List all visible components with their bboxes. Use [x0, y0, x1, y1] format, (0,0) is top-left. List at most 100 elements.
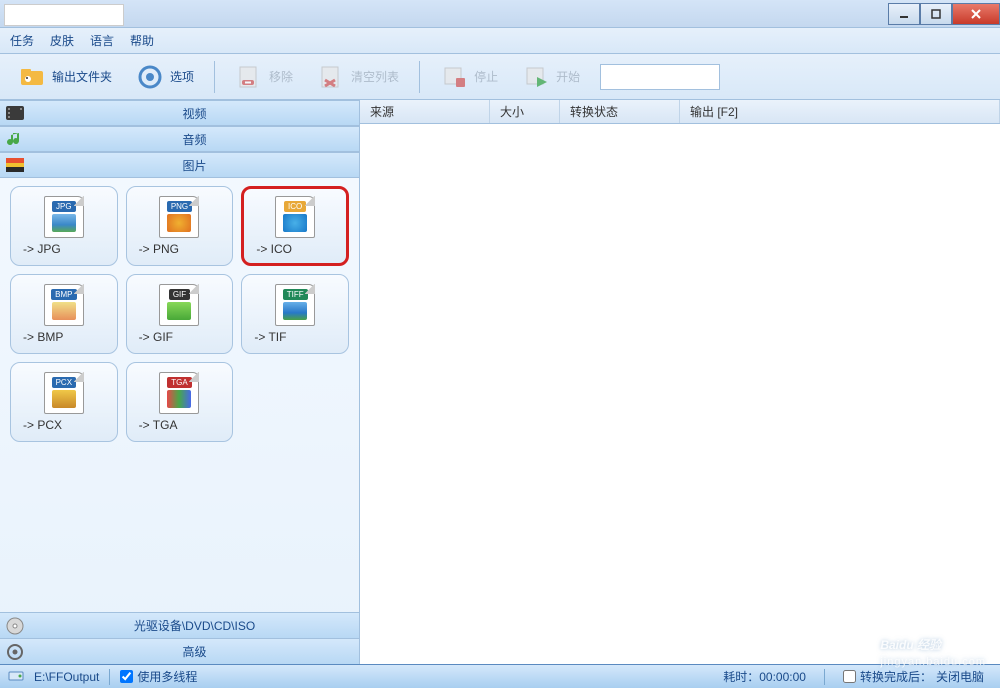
stop-label: 停止	[474, 68, 498, 85]
window-controls	[888, 3, 1000, 25]
statusbar-separator	[824, 669, 825, 685]
format-label: -> TGA	[131, 418, 178, 432]
main-area: 视频 音频 图片 JPG -> JPG PNG -> PNG ICO -> ICO BMP -…	[0, 100, 1000, 664]
after-done-checkbox-input[interactable]	[843, 670, 856, 683]
menu-help[interactable]: 帮助	[130, 32, 154, 49]
format-gif-button[interactable]: GIF -> GIF	[126, 274, 234, 354]
format-preview-icon	[167, 214, 191, 232]
format-thumb: PNG	[159, 196, 199, 238]
format-thumb: ICO	[275, 196, 315, 238]
after-done-value: 关闭电脑	[936, 668, 984, 685]
multithread-label: 使用多线程	[137, 668, 197, 685]
audio-icon	[0, 131, 30, 147]
menubar: 任务 皮肤 语言 帮助	[0, 28, 1000, 54]
format-thumb: BMP	[44, 284, 84, 326]
format-tag: TGA	[167, 377, 191, 388]
format-label: -> ICO	[248, 242, 292, 256]
stop-icon	[440, 63, 468, 91]
menu-skin[interactable]: 皮肤	[50, 32, 74, 49]
format-thumb: GIF	[159, 284, 199, 326]
col-size[interactable]: 大小	[490, 100, 560, 123]
format-label: -> GIF	[131, 330, 173, 344]
format-label: -> PCX	[15, 418, 62, 432]
col-source[interactable]: 来源	[360, 100, 490, 123]
after-done-checkbox[interactable]: 转换完成后：关闭电脑	[835, 668, 992, 685]
minimize-button[interactable]	[888, 3, 920, 25]
format-png-button[interactable]: PNG -> PNG	[126, 186, 234, 266]
remove-button[interactable]: 移除	[227, 59, 301, 95]
accordion-optical-label: 光驱设备\DVD\CD\ISO	[30, 617, 359, 634]
output-folder-label: 输出文件夹	[52, 68, 112, 85]
category-image[interactable]: 图片	[0, 152, 359, 178]
accordion-advanced[interactable]: 高级	[0, 638, 359, 664]
category-audio[interactable]: 音频	[0, 126, 359, 152]
statusbar: E:\FFOutput 使用多线程 耗时：00:00:00 转换完成后：关闭电脑	[0, 664, 1000, 688]
remove-icon	[235, 63, 263, 91]
elapsed-time: 耗时：00:00:00	[715, 668, 814, 685]
window-title	[4, 4, 124, 26]
format-label: -> BMP	[15, 330, 63, 344]
format-thumb: PCX	[44, 372, 84, 414]
format-label: -> PNG	[131, 242, 179, 256]
format-preview-icon	[52, 302, 76, 320]
format-tag: GIF	[169, 289, 190, 300]
video-icon	[0, 106, 30, 120]
menu-language[interactable]: 语言	[90, 32, 114, 49]
menu-task[interactable]: 任务	[10, 32, 34, 49]
category-audio-label: 音频	[30, 131, 359, 148]
col-output[interactable]: 输出 [F2]	[680, 100, 1000, 123]
sidebar: 视频 音频 图片 JPG -> JPG PNG -> PNG ICO -> ICO BMP -…	[0, 100, 360, 664]
options-button[interactable]: 选项	[128, 59, 202, 95]
gear-small-icon	[0, 643, 30, 661]
format-tif-button[interactable]: TIFF -> TIF	[241, 274, 349, 354]
clear-list-label: 清空列表	[351, 68, 399, 85]
format-thumb: JPG	[44, 196, 84, 238]
col-status[interactable]: 转换状态	[560, 100, 680, 123]
start-button[interactable]: 开始	[514, 59, 588, 95]
format-preview-icon	[167, 390, 191, 408]
output-path[interactable]: E:\FFOutput	[34, 670, 99, 684]
close-button[interactable]	[952, 3, 1000, 25]
statusbar-separator	[109, 669, 110, 685]
format-tag: BMP	[51, 289, 76, 300]
table-body[interactable]	[360, 124, 1000, 664]
format-tga-button[interactable]: TGA -> TGA	[126, 362, 234, 442]
format-label: -> TIF	[246, 330, 286, 344]
format-ico-button[interactable]: ICO -> ICO	[241, 186, 349, 266]
play-icon	[522, 63, 550, 91]
disc-icon	[0, 617, 30, 635]
format-jpg-button[interactable]: JPG -> JPG	[10, 186, 118, 266]
stop-button[interactable]: 停止	[432, 59, 506, 95]
toolbar-search-input[interactable]	[600, 64, 720, 90]
multithread-checkbox-input[interactable]	[120, 670, 133, 683]
format-tag: TIFF	[283, 289, 308, 300]
format-tag: ICO	[284, 201, 306, 212]
start-label: 开始	[556, 68, 580, 85]
folder-icon	[18, 63, 46, 91]
after-done-label: 转换完成后：	[860, 668, 932, 685]
format-thumb: TGA	[159, 372, 199, 414]
toolbar: 输出文件夹 选项 移除 清空列表 停止 开始	[0, 54, 1000, 100]
category-video[interactable]: 视频	[0, 100, 359, 126]
content-panel: 来源 大小 转换状态 输出 [F2]	[360, 100, 1000, 664]
clear-list-button[interactable]: 清空列表	[309, 59, 407, 95]
accordion-optical[interactable]: 光驱设备\DVD\CD\ISO	[0, 612, 359, 638]
multithread-checkbox[interactable]: 使用多线程	[120, 668, 197, 685]
gear-icon	[136, 63, 164, 91]
format-bmp-button[interactable]: BMP -> BMP	[10, 274, 118, 354]
output-folder-button[interactable]: 输出文件夹	[10, 59, 120, 95]
format-pcx-button[interactable]: PCX -> PCX	[10, 362, 118, 442]
maximize-button[interactable]	[920, 3, 952, 25]
accordion-advanced-label: 高级	[30, 643, 359, 660]
category-image-label: 图片	[30, 157, 359, 174]
format-label: -> JPG	[15, 242, 61, 256]
format-preview-icon	[52, 390, 76, 408]
format-tag: JPG	[52, 201, 76, 212]
category-video-label: 视频	[30, 105, 359, 122]
toolbar-separator	[214, 61, 215, 93]
options-label: 选项	[170, 68, 194, 85]
format-thumb: TIFF	[275, 284, 315, 326]
toolbar-separator	[419, 61, 420, 93]
remove-label: 移除	[269, 68, 293, 85]
format-preview-icon	[283, 214, 307, 232]
